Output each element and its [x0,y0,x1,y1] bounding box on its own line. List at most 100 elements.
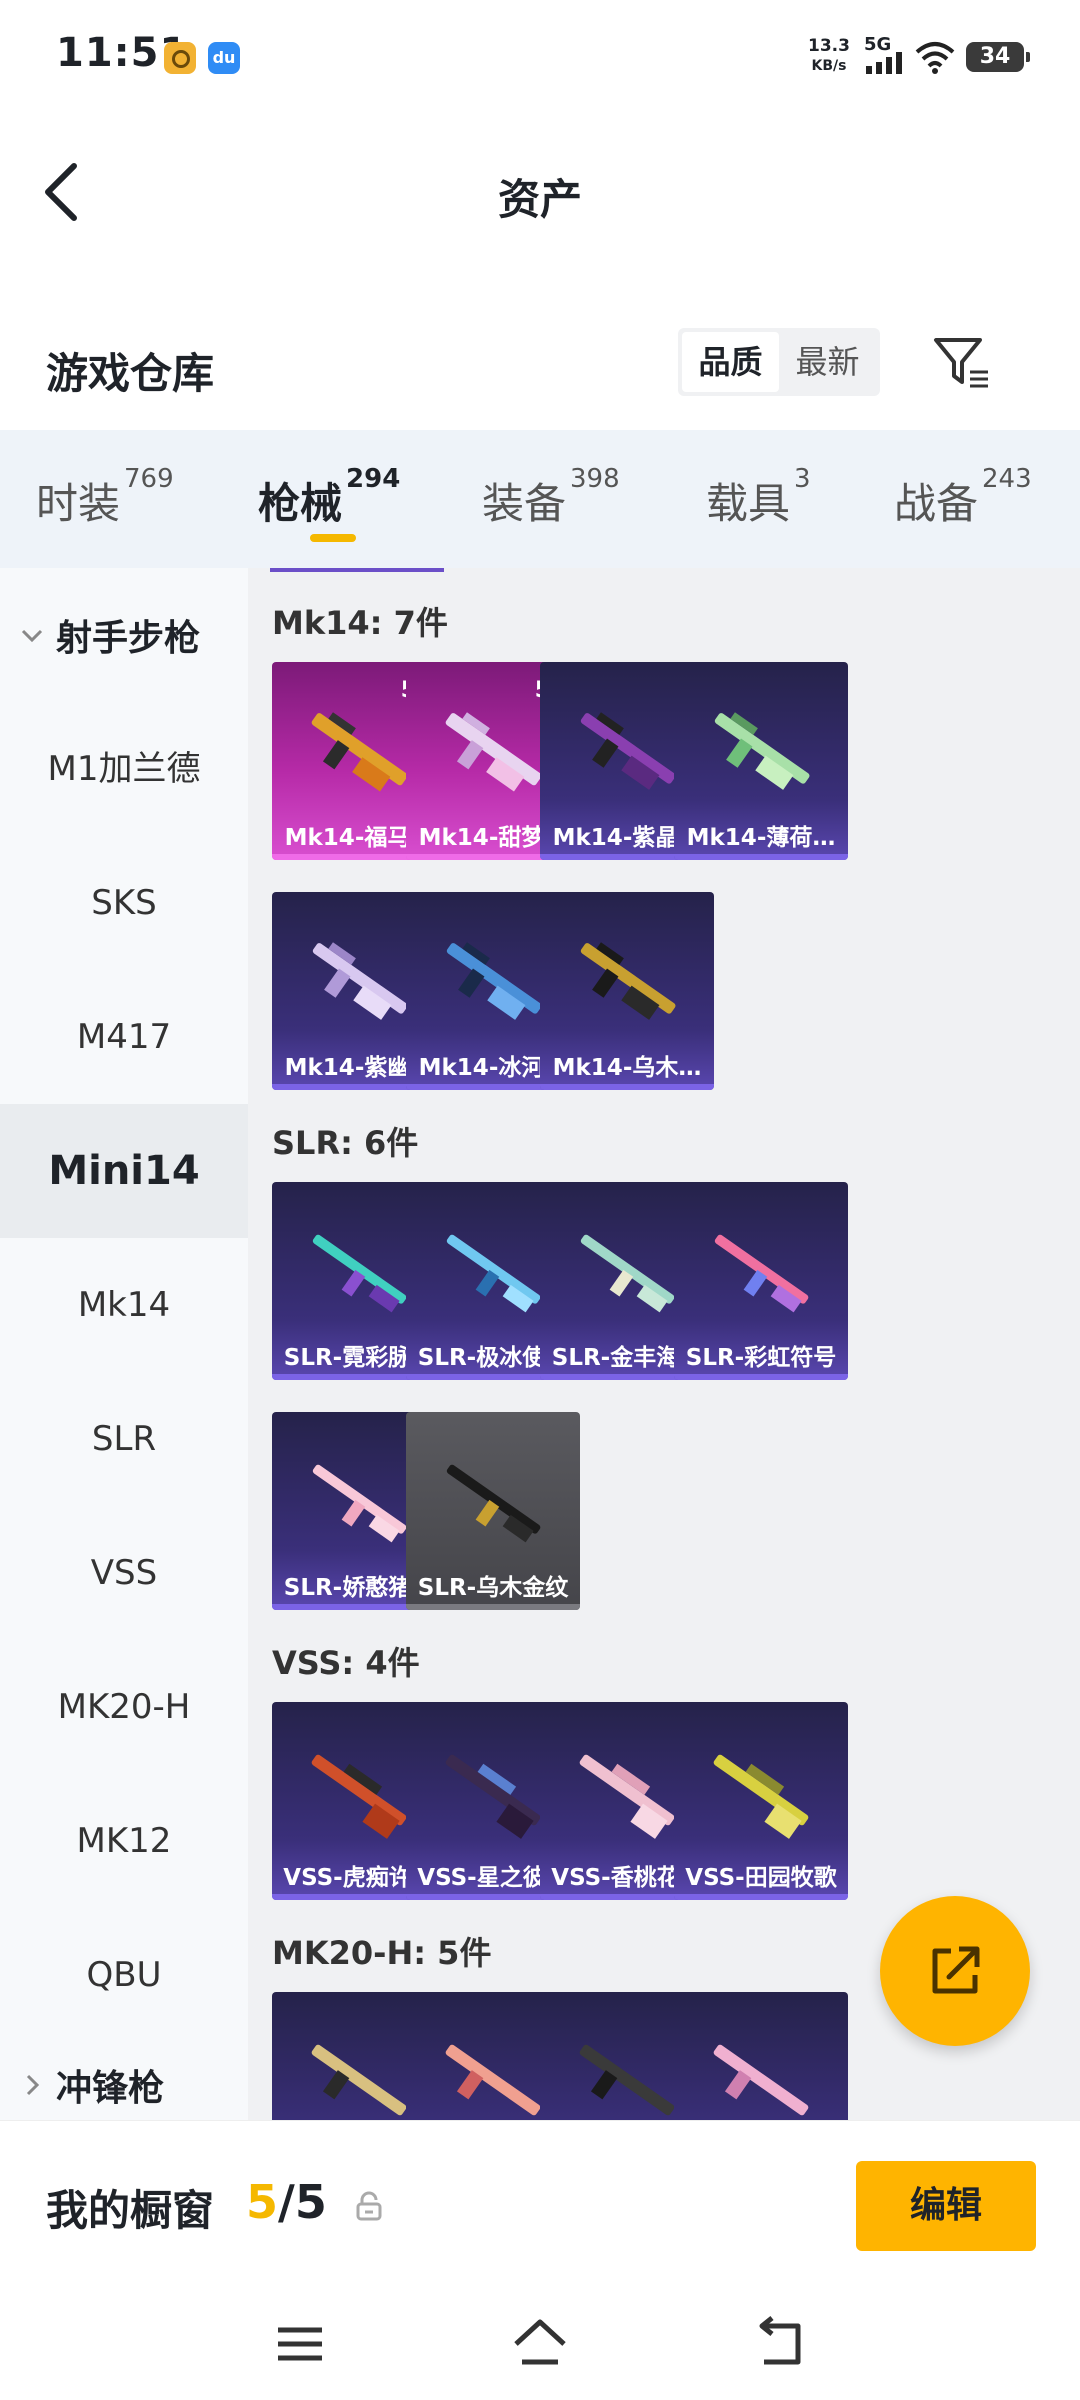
rifle-icon [714,712,810,790]
weapon-card[interactable]: Mk14-薄荷… [674,662,848,860]
page-title: 资产 [497,175,582,224]
tab-label: 战备 [894,479,979,528]
share-icon [932,1946,980,1994]
tab-count: 294 [346,464,401,494]
weapon-name: SLR-乌木金纹 [417,1575,569,1601]
home-icon[interactable] [510,2314,570,2374]
rarity-bar [674,1894,848,1900]
sidebar-item-mk20h[interactable]: MK20-H [0,1640,248,1774]
weapon-name: Mk14-薄荷… [686,825,836,851]
showcase-count: 5/5 [246,2175,327,2229]
battery-icon: 34 [966,42,1030,72]
showcase-current: 5 [246,2175,279,2229]
rarity-bar [674,1374,848,1380]
orange-app-icon [164,42,196,74]
sort-newest-option[interactable]: 最新 [779,332,876,392]
tab-fashion[interactable]: 时装 769 [36,464,174,531]
lock-icon [356,2191,382,2221]
rifle-icon [445,2044,541,2116]
group-title-vss: VSS: 4件 [272,1644,420,1682]
weapon-name: VSS-田园牧歌 [685,1865,837,1891]
wifi-icon [915,42,955,74]
group-title-slr: SLR: 6件 [272,1124,419,1162]
filter-icon[interactable] [930,330,994,394]
net-speed: 13.3 KB/s [808,36,850,76]
rifle-icon [312,1464,407,1543]
sidebar-item-slr[interactable]: SLR [0,1372,248,1506]
sidebar-item-mk14[interactable]: Mk14 [0,1238,248,1372]
sidebar-item-m417[interactable]: M417 [0,970,248,1104]
sidebar-item-sks[interactable]: SKS [0,836,248,970]
rifle-icon [579,2044,675,2116]
group-title-mk20h: MK20-H: 5件 [272,1934,492,1972]
rarity-bar [674,854,848,860]
share-button[interactable] [880,1896,1030,2046]
tab-label: 枪械 [258,479,343,528]
tab-count: 3 [794,464,811,494]
rifle-icon [446,942,542,1020]
weapon-name: SLR-彩虹符号 [685,1345,837,1371]
tab-label: 载具 [706,479,791,528]
active-tab-indicator [310,534,356,542]
sidebar-group-marksman[interactable]: 射手步枪 [0,568,248,702]
rifle-icon [446,1234,541,1313]
weapon-card[interactable]: SLR-乌木金纹 [406,1412,580,1610]
chevron-right-icon [26,2074,40,2096]
sidebar-group-smg[interactable]: 冲锋枪 [0,2018,248,2120]
signal-icon [866,52,902,74]
rifle-icon [312,942,408,1020]
tab-weapons[interactable]: 枪械 294 [258,464,400,531]
sniper-icon [311,1754,407,1839]
edit-button[interactable]: 编辑 [856,2161,1036,2251]
net-speed-value: 13.3 [808,36,850,56]
rifle-icon [312,1234,407,1313]
rifle-icon [311,712,408,792]
tab-supplies[interactable]: 战备 243 [894,464,1032,531]
sort-quality-option[interactable]: 品质 [682,332,779,392]
rarity-bar [540,1084,714,1090]
warehouse-title: 游戏仓库 [46,349,215,398]
rifle-icon [446,1464,541,1543]
sniper-icon [445,1754,541,1839]
weapon-card[interactable]: VSS-田园牧歌 [674,1702,848,1900]
system-nav-bar [0,2290,1080,2400]
tab-count: 398 [570,464,620,494]
group-title-mk14: Mk14: 7件 [272,604,448,642]
sniper-icon [579,1754,675,1839]
sidebar-item-m1[interactable]: M1加兰德 [0,702,248,836]
sort-toggle: 品质 最新 [678,328,880,396]
weapon-card[interactable]: SLR-彩虹符号 [674,1182,848,1380]
rifle-icon [445,712,542,792]
menu-icon[interactable] [270,2314,330,2374]
rarity-bar [406,1604,580,1610]
category-tabs: 时装 769 枪械 294 装备 398 载具 3 战备 243 [0,430,1080,568]
rifle-icon [580,942,676,1020]
sidebar-item-vss[interactable]: VSS [0,1506,248,1640]
sidebar-group-label: 冲锋枪 [56,2068,165,2109]
showcase-bar: 我的橱窗 5/5 编辑 [0,2120,1080,2290]
sidebar-item-mini14[interactable]: Mini14 [0,1104,248,1238]
previous-card-edge [270,568,444,572]
back-icon[interactable] [750,2314,810,2374]
rifle-icon [713,2044,809,2116]
rifle-icon [714,1234,809,1313]
status-bar: 11:51 du 13.3 KB/s 5G 34 [0,0,1080,110]
sidebar-item-mk12[interactable]: MK12 [0,1774,248,1908]
tab-label: 时装 [36,479,121,528]
tab-vehicles[interactable]: 载具 3 [706,464,811,531]
tab-count: 769 [124,464,174,494]
showcase-title: 我的橱窗 [46,2186,215,2235]
showcase-total: /5 [278,2175,327,2229]
blue-app-icon: du [208,42,240,74]
weapon-card[interactable]: Mk14-乌木… [540,892,714,1090]
sniper-icon [713,1754,809,1839]
rifle-icon [580,1234,675,1313]
weapon-card[interactable] [674,1992,848,2120]
tab-count: 243 [982,464,1032,494]
weapon-grid: Mk14: 7件 5级 Mk14-福马… 5级 Mk14-甜梦… Mk14-紫晶… [248,568,1080,2120]
tab-label: 装备 [482,479,567,528]
tab-equipment[interactable]: 装备 398 [482,464,620,531]
rifle-icon [311,2044,407,2116]
sidebar: 射手步枪 M1加兰德 SKS M417 Mini14 Mk14 SLR VSS … [0,568,248,2120]
weapon-name: Mk14-乌木… [552,1055,702,1081]
